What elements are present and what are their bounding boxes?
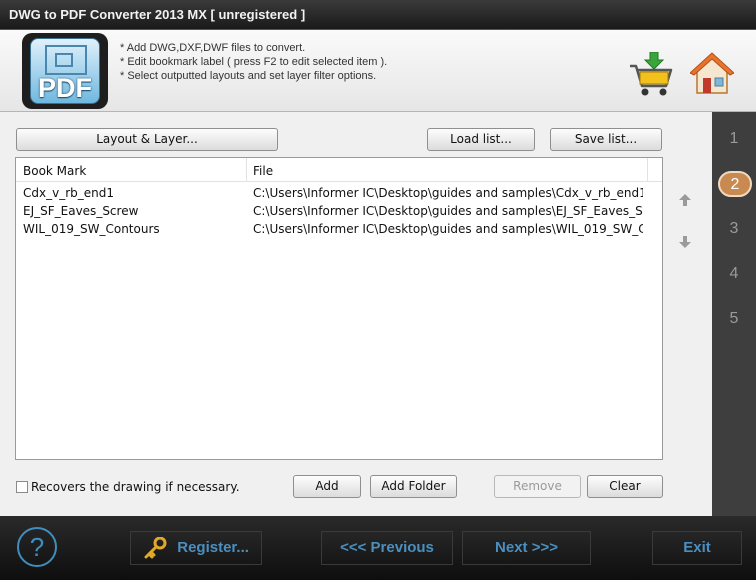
move-down-icon[interactable] <box>678 235 692 249</box>
home-icon[interactable] <box>690 52 734 96</box>
hint-select-layouts: * Select outputted layouts and set layer… <box>120 70 377 82</box>
file-cell: C:\Users\Informer IC\Desktop\guides and … <box>253 204 643 218</box>
add-folder-button[interactable]: Add Folder <box>370 475 457 498</box>
bookmark-cell: Cdx_v_rb_end1 <box>23 186 114 200</box>
bookmark-cell: WIL_019_SW_Contours <box>23 222 160 236</box>
load-list-button[interactable]: Load list... <box>427 128 535 151</box>
exit-button[interactable]: Exit <box>652 531 742 565</box>
footer-bar: ? Register... <<< Previous Next >>> Exit <box>0 516 756 580</box>
key-icon <box>144 537 167 559</box>
next-button[interactable]: Next >>> <box>462 531 591 565</box>
register-label: Register... <box>177 539 249 556</box>
hint-edit-bookmark: * Edit bookmark label ( press F2 to edit… <box>120 56 388 68</box>
recover-drawing-label: Recovers the drawing if necessary. <box>31 480 240 494</box>
layout-layer-button[interactable]: Layout & Layer... <box>16 128 278 151</box>
instructions: * Add DWG,DXF,DWF files to convert. * Ed… <box>120 41 387 83</box>
step-4: 4 <box>729 265 739 282</box>
file-cell: C:\Users\Informer IC\Desktop\guides and … <box>253 222 643 236</box>
list-header: Book Mark File <box>16 158 662 182</box>
clear-button[interactable]: Clear <box>587 475 663 498</box>
window-title: DWG to PDF Converter 2013 MX [ unregiste… <box>9 7 306 22</box>
add-button[interactable]: Add <box>293 475 361 498</box>
step-5: 5 <box>729 310 739 327</box>
table-row[interactable]: Cdx_v_rb_end1 C:\Users\Informer IC\Deskt… <box>16 184 662 202</box>
file-list[interactable]: Book Mark File Cdx_v_rb_end1 C:\Users\In… <box>15 157 663 460</box>
drawing-graphic <box>45 45 87 75</box>
pdf-logo-icon: PDF <box>30 38 100 104</box>
shopping-cart-icon[interactable] <box>628 52 674 98</box>
logo-text: PDF <box>38 73 92 103</box>
hint-add-files: * Add DWG,DXF,DWF files to convert. <box>120 42 306 54</box>
step-3: 3 <box>729 220 739 237</box>
file-cell: C:\Users\Informer IC\Desktop\guides and … <box>253 186 643 200</box>
header: PDF * Add DWG,DXF,DWF files to convert. … <box>0 30 756 112</box>
table-row[interactable]: EJ_SF_Eaves_Screw C:\Users\Informer IC\D… <box>16 202 662 220</box>
main-panel: Layout & Layer... Load list... Save list… <box>0 112 712 516</box>
bookmark-cell: EJ_SF_Eaves_Screw <box>23 204 139 218</box>
table-row[interactable]: WIL_019_SW_Contours C:\Users\Informer IC… <box>16 220 662 238</box>
step-indicator: 1 2 3 4 5 <box>712 112 756 516</box>
register-button[interactable]: Register... <box>130 531 262 565</box>
title-bar: DWG to PDF Converter 2013 MX [ unregiste… <box>0 0 756 30</box>
remove-button[interactable]: Remove <box>494 475 581 498</box>
move-up-icon[interactable] <box>678 193 692 207</box>
checkbox-box[interactable] <box>16 481 28 493</box>
column-header-bookmark[interactable]: Book Mark <box>23 164 86 178</box>
column-divider[interactable] <box>647 158 648 182</box>
save-list-button[interactable]: Save list... <box>550 128 662 151</box>
step-1: 1 <box>729 130 739 147</box>
step-2-active: 2 <box>718 171 752 197</box>
help-icon[interactable]: ? <box>17 527 57 567</box>
app-logo: PDF <box>22 33 108 109</box>
column-divider[interactable] <box>246 158 247 182</box>
column-header-file[interactable]: File <box>253 164 273 178</box>
previous-button[interactable]: <<< Previous <box>321 531 453 565</box>
